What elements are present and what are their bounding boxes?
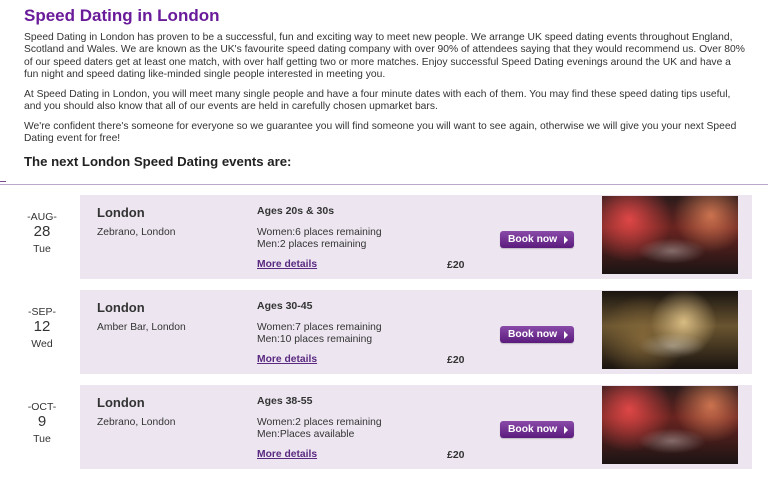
event-women-places: Women:2 places remaining bbox=[257, 417, 382, 428]
venue-photo[interactable] bbox=[602, 196, 738, 274]
event-month: -OCT- bbox=[27, 401, 57, 413]
event-ages: Ages 30-45 bbox=[257, 300, 313, 312]
event-day: 9 bbox=[37, 413, 47, 430]
event-row: -OCT- 9 Tue London Zebrano, London Ages … bbox=[0, 385, 752, 469]
event-row: -SEP- 12 Wed London Amber Bar, London Ag… bbox=[0, 290, 752, 374]
event-city: London bbox=[97, 300, 145, 315]
book-now-label: Book now bbox=[508, 424, 558, 435]
more-details-link[interactable]: More details bbox=[257, 354, 317, 365]
event-venue: Zebrano, London bbox=[97, 227, 176, 238]
event-date: -AUG- 28 Tue bbox=[0, 195, 80, 279]
event-weekday: Tue bbox=[33, 433, 51, 445]
event-weekday: Tue bbox=[33, 243, 51, 255]
venue-photo[interactable] bbox=[602, 386, 738, 464]
event-men-places: Men:2 places remaining bbox=[257, 239, 367, 250]
arrow-right-icon bbox=[564, 331, 568, 339]
intro-paragraph-3: We're confident there's someone for ever… bbox=[24, 121, 737, 145]
event-price: £20 bbox=[447, 354, 465, 366]
event-price: £20 bbox=[447, 449, 465, 461]
book-now-label: Book now bbox=[508, 234, 558, 245]
arrow-right-icon bbox=[564, 426, 568, 434]
event-date: -SEP- 12 Wed bbox=[0, 290, 80, 374]
events-heading: The next London Speed Dating events are: bbox=[24, 154, 292, 169]
more-details-link[interactable]: More details bbox=[257, 449, 317, 460]
event-ages: Ages 20s & 30s bbox=[257, 205, 335, 217]
event-women-places: Women:6 places remaining bbox=[257, 227, 382, 238]
arrow-right-icon bbox=[564, 236, 568, 244]
book-now-button[interactable]: Book now bbox=[500, 231, 574, 248]
event-row: -AUG- 28 Tue London Zebrano, London Ages… bbox=[0, 195, 752, 279]
event-day: 12 bbox=[33, 318, 51, 335]
event-month: -AUG- bbox=[27, 211, 57, 223]
event-date: -OCT- 9 Tue bbox=[0, 385, 80, 469]
event-city: London bbox=[97, 395, 145, 410]
intro-paragraph-1: Speed Dating in London has proven to be … bbox=[24, 32, 745, 81]
more-details-link[interactable]: More details bbox=[257, 259, 317, 270]
event-venue: Amber Bar, London bbox=[97, 322, 186, 333]
section-divider bbox=[0, 181, 768, 185]
event-month: -SEP- bbox=[27, 306, 56, 318]
book-now-button[interactable]: Book now bbox=[500, 326, 574, 343]
page-title: Speed Dating in London bbox=[24, 6, 220, 25]
event-venue: Zebrano, London bbox=[97, 417, 176, 428]
book-now-button[interactable]: Book now bbox=[500, 421, 574, 438]
event-men-places: Men:10 places remaining bbox=[257, 334, 373, 345]
intro-paragraph-2: At Speed Dating in London, you will meet… bbox=[24, 89, 731, 113]
event-price: £20 bbox=[447, 259, 465, 271]
event-city: London bbox=[97, 205, 145, 220]
event-men-places: Men:Places available bbox=[257, 429, 355, 440]
venue-photo[interactable] bbox=[602, 291, 738, 369]
event-women-places: Women:7 places remaining bbox=[257, 322, 382, 333]
event-day: 28 bbox=[33, 223, 51, 240]
event-weekday: Wed bbox=[31, 338, 53, 350]
book-now-label: Book now bbox=[508, 329, 558, 340]
event-ages: Ages 38-55 bbox=[257, 395, 313, 407]
